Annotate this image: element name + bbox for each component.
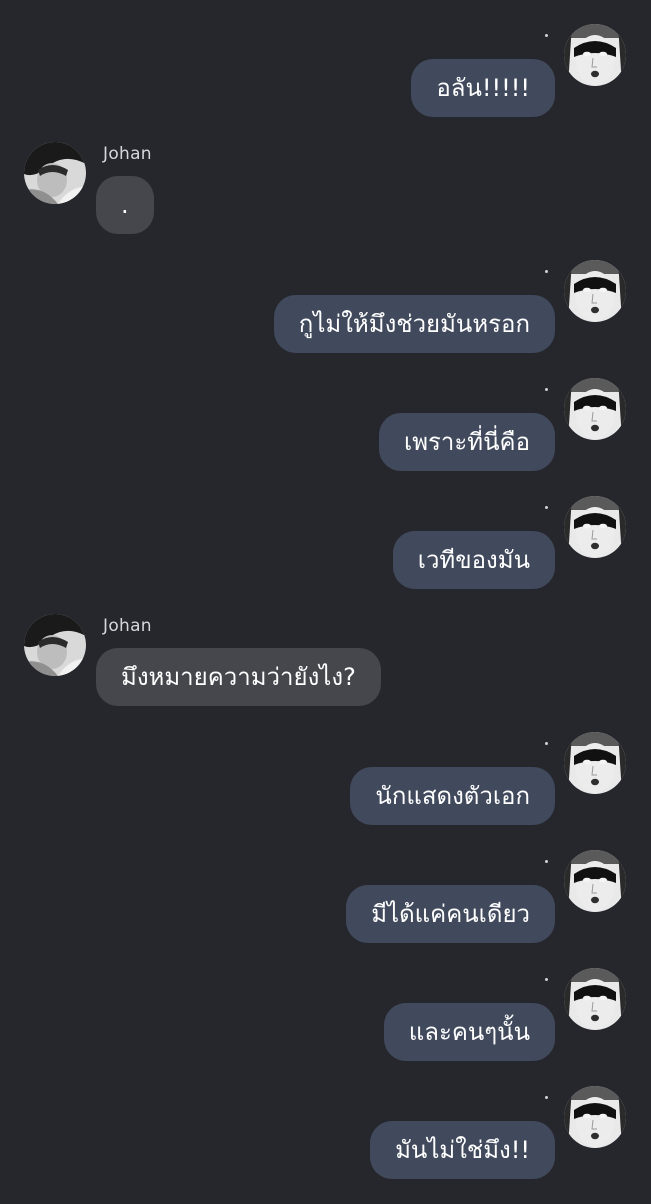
- masked-face-avatar[interactable]: [564, 850, 626, 912]
- read-indicator-dot: [545, 1096, 548, 1099]
- message-outgoing: เพราะที่นี่คือ: [0, 378, 651, 496]
- masked-face-avatar[interactable]: [564, 968, 626, 1030]
- masked-face-avatar[interactable]: [564, 496, 626, 558]
- message-bubble[interactable]: มันไม่ใช่มึง!!: [370, 1121, 555, 1179]
- message-bubble[interactable]: อลัน!!!!!: [411, 59, 555, 117]
- johan-avatar[interactable]: [24, 614, 86, 676]
- message-bubble[interactable]: และคนๆนั้น: [383, 1003, 555, 1061]
- message-bubble[interactable]: นักแสดงตัวเอก: [350, 767, 555, 825]
- johan-avatar[interactable]: [24, 142, 86, 204]
- message-bubble[interactable]: มีได้แค่คนเดียว: [346, 885, 555, 943]
- message-bubble[interactable]: มึงหมายความว่ายังไง?: [96, 648, 381, 706]
- message-bubble[interactable]: เวทีของมัน: [392, 531, 555, 589]
- message-incoming: Johan .: [0, 142, 651, 260]
- masked-face-avatar[interactable]: [564, 1086, 626, 1148]
- read-indicator-dot: [545, 860, 548, 863]
- message-outgoing: นักแสดงตัวเอก: [0, 732, 651, 850]
- message-outgoing: มีได้แค่คนเดียว: [0, 850, 651, 968]
- message-outgoing: มันไม่ใช่มึง!!: [0, 1086, 651, 1204]
- sender-name: Johan: [103, 144, 152, 164]
- masked-face-avatar[interactable]: [564, 260, 626, 322]
- message-bubble[interactable]: กูไม่ให้มึงช่วยมันหรอก: [273, 295, 555, 353]
- read-indicator-dot: [545, 506, 548, 509]
- chat-thread: อลัน!!!!! Johan . กูไม่ให้มึงช่วยมันหรอก…: [0, 0, 651, 1200]
- message-bubble[interactable]: .: [96, 176, 154, 234]
- masked-face-avatar[interactable]: [564, 732, 626, 794]
- read-indicator-dot: [545, 34, 548, 37]
- read-indicator-dot: [545, 742, 548, 745]
- sender-name: Johan: [103, 616, 152, 636]
- message-outgoing: และคนๆนั้น: [0, 968, 651, 1086]
- message-outgoing: กูไม่ให้มึงช่วยมันหรอก: [0, 260, 651, 378]
- read-indicator-dot: [545, 978, 548, 981]
- read-indicator-dot: [545, 388, 548, 391]
- masked-face-avatar[interactable]: [564, 24, 626, 86]
- message-outgoing: อลัน!!!!!: [0, 24, 651, 142]
- message-outgoing: เวทีของมัน: [0, 496, 651, 614]
- message-bubble[interactable]: เพราะที่นี่คือ: [379, 413, 555, 471]
- read-indicator-dot: [545, 270, 548, 273]
- message-incoming: Johan มึงหมายความว่ายังไง?: [0, 614, 651, 732]
- masked-face-avatar[interactable]: [564, 378, 626, 440]
